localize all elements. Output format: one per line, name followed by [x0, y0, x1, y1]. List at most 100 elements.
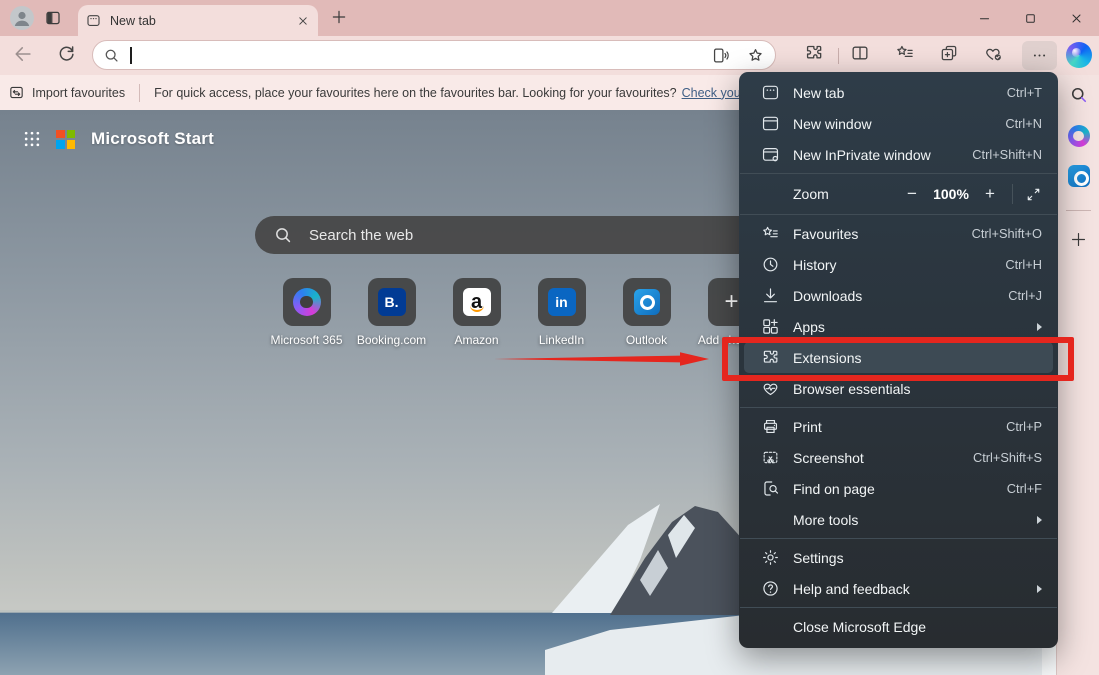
booking-logo: B. — [378, 288, 406, 316]
shortcut-outlook[interactable]: Outlook — [604, 278, 689, 347]
history-icon — [761, 255, 780, 274]
import-favourites-icon — [8, 84, 25, 101]
favourites-bar-divider — [139, 84, 140, 102]
toolbar-divider — [838, 48, 839, 64]
menu-item-downloads[interactable]: Downloads Ctrl+J — [739, 280, 1058, 311]
browser-window: New tab — [0, 0, 1099, 675]
submenu-arrow-icon — [1037, 585, 1042, 593]
zoom-in-button[interactable]: + — [975, 184, 1005, 204]
menu-divider — [740, 407, 1057, 408]
find-on-page-icon — [761, 479, 780, 498]
maximize-button[interactable] — [1007, 0, 1053, 36]
tab-close-icon[interactable] — [296, 14, 310, 28]
sidebar-outlook-button[interactable] — [1057, 165, 1099, 187]
favourites-toolbar-icon[interactable] — [895, 43, 915, 63]
menu-item-print[interactable]: Print Ctrl+P — [739, 411, 1058, 442]
favourites-bar-message: For quick access, place your favourites … — [154, 86, 677, 100]
favourites-star-list-icon — [761, 224, 780, 243]
menu-divider — [740, 173, 1057, 174]
pointer-arrow — [494, 351, 712, 367]
window-controls — [961, 0, 1099, 36]
sidebar-microsoft-365-button[interactable] — [1057, 125, 1099, 147]
zoom-value: 100% — [927, 186, 975, 202]
search-icon — [103, 47, 120, 64]
split-screen-icon[interactable] — [850, 43, 870, 63]
menu-item-favourites[interactable]: Favourites Ctrl+Shift+O — [739, 218, 1058, 249]
refresh-icon[interactable] — [56, 43, 77, 64]
window-close-button[interactable] — [1053, 0, 1099, 36]
zoom-label: Zoom — [793, 186, 897, 202]
shortcut-tiles: Microsoft 365 B. Booking.com a Amazon in… — [264, 278, 774, 347]
workspaces-icon[interactable] — [44, 9, 62, 27]
new-tab-page-icon — [86, 13, 101, 28]
search-placeholder: Search the web — [309, 227, 413, 244]
linkedin-logo: in — [548, 288, 576, 316]
app-launcher-icon[interactable] — [22, 129, 42, 149]
new-tab-icon — [761, 83, 780, 102]
screenshot-icon — [761, 448, 780, 467]
menu-item-new-inprivate-window[interactable]: New InPrivate window Ctrl+Shift+N — [739, 139, 1058, 170]
outlook-logo — [1068, 165, 1090, 187]
favourite-star-icon[interactable] — [746, 46, 765, 65]
shortcut-microsoft-365[interactable]: Microsoft 365 — [264, 278, 349, 347]
start-page-header: Microsoft Start — [22, 129, 214, 149]
highlight-box — [722, 337, 1074, 381]
printer-icon — [761, 417, 780, 436]
microsoft-logo — [56, 130, 75, 149]
shortcut-linkedin[interactable]: in LinkedIn — [519, 278, 604, 347]
shortcut-booking[interactable]: B. Booking.com — [349, 278, 434, 347]
menu-item-screenshot[interactable]: Screenshot Ctrl+Shift+S — [739, 442, 1058, 473]
menu-item-close-microsoft-edge[interactable]: Close Microsoft Edge — [739, 611, 1058, 642]
new-tab-button[interactable] — [330, 8, 348, 26]
text-cursor — [130, 47, 132, 64]
amazon-logo: a — [463, 288, 491, 316]
browser-essentials-icon[interactable] — [983, 43, 1004, 64]
sidebar-search-button[interactable] — [1057, 85, 1099, 105]
brand-title: Microsoft Start — [91, 129, 214, 149]
sidebar-divider — [1066, 210, 1091, 211]
plus-icon: + — [724, 288, 738, 316]
menu-zoom-row: Zoom − 100% + — [739, 177, 1058, 211]
heart-pulse-icon — [761, 379, 780, 398]
inprivate-icon — [761, 145, 780, 164]
outlook-logo — [634, 289, 660, 315]
tab-new-tab[interactable]: New tab — [78, 5, 318, 36]
zoom-out-button[interactable]: − — [897, 184, 927, 204]
menu-item-new-tab[interactable]: New tab Ctrl+T — [739, 77, 1058, 108]
menu-item-more-tools[interactable]: More tools — [739, 504, 1058, 535]
shortcut-amazon[interactable]: a Amazon — [434, 278, 519, 347]
menu-divider — [740, 538, 1057, 539]
search-icon — [273, 225, 293, 245]
submenu-arrow-icon — [1037, 516, 1042, 524]
menu-item-settings[interactable]: Settings — [739, 542, 1058, 573]
settings-and-more-button[interactable] — [1022, 41, 1057, 70]
microsoft-365-logo — [293, 288, 321, 316]
sidebar-customize-button[interactable] — [1057, 230, 1099, 249]
collections-icon[interactable] — [939, 43, 959, 63]
zoom-divider — [1012, 184, 1013, 204]
extensions-toolbar-icon[interactable] — [804, 43, 824, 63]
downloads-icon — [761, 286, 780, 305]
minimize-button[interactable] — [961, 0, 1007, 36]
back-arrow-icon[interactable] — [12, 43, 34, 65]
import-favourites-button[interactable]: Import favourites — [8, 84, 125, 101]
menu-item-history[interactable]: History Ctrl+H — [739, 249, 1058, 280]
tab-title: New tab — [110, 14, 296, 28]
import-favourites-label: Import favourites — [32, 86, 125, 100]
read-aloud-icon[interactable] — [711, 46, 730, 65]
fullscreen-icon[interactable] — [1020, 186, 1046, 203]
menu-item-new-window[interactable]: New window Ctrl+N — [739, 108, 1058, 139]
microsoft-365-logo — [1068, 125, 1090, 147]
submenu-arrow-icon — [1037, 323, 1042, 331]
new-window-icon — [761, 114, 780, 133]
copilot-icon[interactable] — [1066, 42, 1092, 68]
menu-item-help-and-feedback[interactable]: Help and feedback — [739, 573, 1058, 604]
gear-icon — [761, 548, 780, 567]
menu-divider — [740, 214, 1057, 215]
avatar[interactable] — [10, 6, 34, 30]
help-icon — [761, 579, 780, 598]
menu-item-find-on-page[interactable]: Find on page Ctrl+F — [739, 473, 1058, 504]
address-bar[interactable] — [92, 40, 776, 70]
navigation-toolbar — [0, 36, 1099, 75]
menu-divider — [740, 607, 1057, 608]
